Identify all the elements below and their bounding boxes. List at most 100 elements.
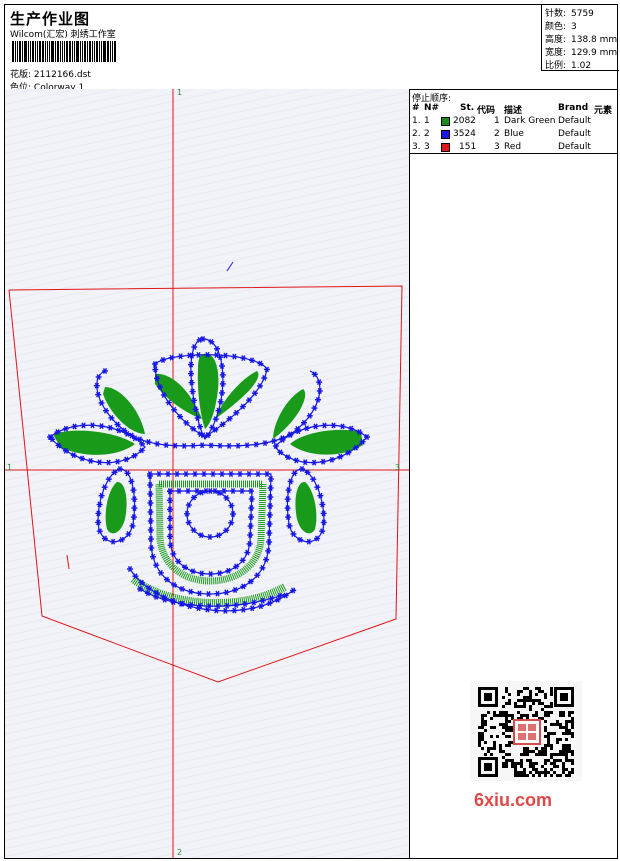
barcode-bar [62, 41, 63, 62]
qr-module [505, 726, 508, 729]
design-canvas[interactable]: 1 2 1 3 [5, 89, 409, 858]
qr-module [550, 747, 553, 750]
qr-module [493, 747, 496, 750]
qr-module [505, 735, 508, 738]
star-stitch [330, 422, 337, 429]
qr-module [520, 753, 523, 756]
qr-module [541, 765, 544, 768]
row-number: 3 [424, 142, 430, 152]
star-stitch [190, 442, 197, 449]
qr-module [571, 735, 574, 738]
row-stitches: 151 [459, 142, 477, 152]
qr-module [571, 768, 574, 771]
star-stitch [249, 605, 256, 612]
qr-module [562, 744, 565, 747]
qr-module [481, 735, 484, 738]
qr-module [508, 735, 511, 738]
qr-module [484, 753, 487, 756]
qr-module [544, 720, 547, 723]
star-stitch [199, 442, 206, 449]
qr-module [514, 768, 517, 771]
color-swatch [441, 130, 450, 139]
qr-module [556, 765, 559, 768]
qr-module [571, 717, 574, 720]
qr-module [517, 774, 520, 777]
barcode-bar [66, 41, 68, 62]
qr-module [565, 723, 568, 726]
qr-module [541, 708, 544, 711]
barcode-bar [72, 41, 73, 62]
stat-colors: 颜色: 3 [545, 22, 577, 32]
qr-module [505, 759, 508, 762]
qr-module [559, 753, 562, 756]
qr-module [559, 714, 562, 717]
qr-module [526, 774, 529, 777]
star-stitch [123, 456, 130, 463]
qr-module [502, 696, 505, 699]
stop-row[interactable]: 2. 2 3524 2 Blue Default [412, 129, 617, 141]
qr-module [535, 771, 538, 774]
qr-module [571, 759, 574, 762]
qr-module [550, 723, 553, 726]
stop-row[interactable]: 1. 1 2082 1 Dark Green Default [412, 116, 617, 128]
star-stitch [311, 459, 318, 466]
qr-module [523, 702, 526, 705]
stat-scale: 比例: 1.02 [545, 61, 592, 71]
qr-module [532, 762, 535, 765]
qr-module [484, 723, 487, 726]
barcode-bar [96, 41, 98, 62]
star-stitch [305, 538, 312, 545]
star-stitch [259, 564, 266, 571]
star-stitch [230, 488, 236, 494]
star-stitch [105, 476, 112, 483]
qr-module [520, 765, 523, 768]
star-stitch [244, 442, 251, 449]
qr-module [550, 762, 553, 765]
qr-module [541, 750, 544, 753]
qr-module [493, 711, 496, 714]
star-stitch [62, 425, 69, 432]
qr-module [568, 747, 571, 750]
qr-module [523, 753, 526, 756]
qr-module [553, 723, 556, 726]
qr-module [478, 738, 481, 741]
star-stitch [207, 488, 214, 494]
qr-module [514, 705, 517, 708]
qr-module [520, 705, 523, 708]
star-stitch [214, 590, 221, 597]
qr-module [562, 726, 565, 729]
stat-width: 宽度: 129.9 mm [545, 48, 618, 58]
qr-module [505, 723, 508, 726]
star-stitch [262, 440, 268, 447]
qr-module [538, 753, 541, 756]
barcode-bar [110, 41, 111, 62]
qr-module [556, 720, 559, 723]
qr-module [538, 750, 541, 753]
qr-module [541, 753, 544, 756]
qr-module [481, 723, 484, 726]
qr-module [532, 750, 535, 753]
qr-module [517, 711, 520, 714]
star-stitch [192, 471, 198, 477]
star-stitch [160, 357, 166, 363]
qr-module [547, 741, 550, 744]
qr-module [544, 768, 547, 771]
qr-module [538, 690, 541, 693]
qr-module [520, 771, 523, 774]
qr-module [568, 732, 571, 735]
barcode-bar [82, 41, 83, 62]
barcode-bar [19, 41, 21, 62]
axis-top-label: 1 [177, 89, 182, 97]
qr-module [529, 750, 532, 753]
star-stitch [240, 606, 247, 613]
qr-module [571, 726, 574, 729]
qr-module [499, 747, 502, 750]
barcode-bar [39, 41, 41, 62]
axis-bottom-label: 2 [177, 848, 182, 857]
qr-module [505, 762, 508, 765]
barcode-bar [57, 41, 59, 62]
star-stitch [205, 591, 212, 597]
qr-module [544, 750, 547, 753]
star-stitch [71, 423, 78, 430]
star-stitch [153, 562, 160, 569]
